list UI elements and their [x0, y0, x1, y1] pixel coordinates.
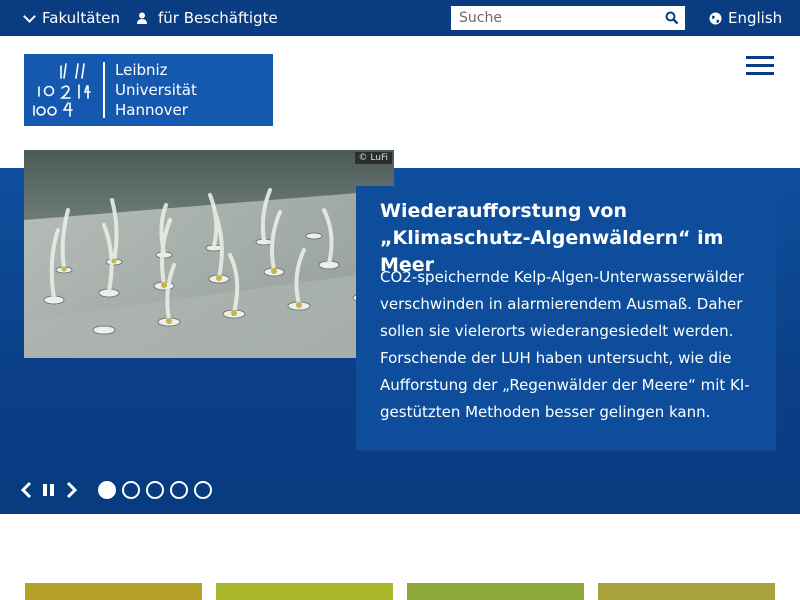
faculties-label: Fakultäten	[42, 9, 121, 27]
teaser-tile-1[interactable]	[25, 583, 202, 600]
faculties-menu[interactable]: Fakultäten	[23, 0, 121, 36]
slide-dot[interactable]	[122, 481, 140, 499]
top-bar: Fakultäten für Beschäftigte English	[0, 0, 800, 36]
teaser-tile-2[interactable]	[216, 583, 393, 600]
image-credit: © LuFi	[354, 152, 392, 164]
hero-text: CO2-speichernde Kelp-Algen-Unterwasserwä…	[380, 268, 750, 421]
person-icon	[137, 12, 147, 24]
search-box	[451, 6, 685, 30]
language-switch[interactable]: English	[709, 0, 782, 36]
slide-dot[interactable]	[146, 481, 164, 499]
slider-controls	[18, 480, 218, 500]
staff-link[interactable]: für Beschäftigte	[136, 0, 278, 36]
logo-line-1: Leibniz	[115, 61, 168, 79]
chevron-down-icon	[23, 9, 36, 23]
logo-line-3: Hannover	[115, 101, 188, 119]
slide-indicators	[98, 481, 218, 499]
kelp-tank-photo	[24, 150, 394, 358]
staff-label: für Beschäftigte	[158, 9, 278, 27]
hamburger-icon[interactable]	[746, 56, 774, 76]
logo-mark	[33, 63, 91, 117]
teaser-tile-4[interactable]	[598, 583, 775, 600]
search-input[interactable]	[451, 6, 659, 30]
chevron-left-icon[interactable]	[18, 481, 36, 499]
search-icon[interactable]	[665, 11, 679, 25]
hero-image[interactable]: © LuFi	[24, 150, 394, 358]
chevron-right-icon[interactable]	[62, 481, 80, 499]
logo-divider	[103, 62, 105, 118]
pause-icon[interactable]	[40, 481, 58, 499]
logo-line-2: Universität	[115, 81, 197, 99]
slide-dot[interactable]	[194, 481, 212, 499]
slide-dot[interactable]	[170, 481, 188, 499]
teaser-tile-3[interactable]	[407, 583, 584, 600]
site-header: Leibniz Universität Hannover	[0, 36, 800, 168]
hero-teaser-card[interactable]: Wiederaufforstung von „Klimaschutz-Algen…	[356, 186, 776, 450]
university-logo[interactable]: Leibniz Universität Hannover	[24, 54, 273, 126]
globe-icon	[709, 12, 722, 24]
language-label: English	[728, 9, 783, 27]
logo-text: Leibniz Universität Hannover	[115, 60, 197, 120]
slide-dot[interactable]	[98, 481, 116, 499]
